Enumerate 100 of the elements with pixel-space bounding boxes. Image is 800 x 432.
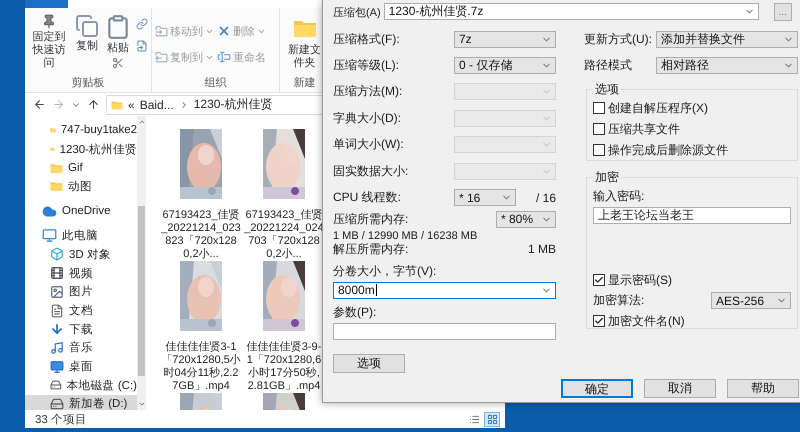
dropdown[interactable]: 7z (454, 30, 556, 48)
checkbox-option[interactable]: 显示密码(S) (593, 270, 791, 291)
group-title: 加密 (594, 168, 620, 186)
nav-item[interactable]: OneDrive (25, 202, 137, 220)
nav-item[interactable]: 音乐 (25, 338, 137, 358)
archive-field[interactable]: 1230-杭州佳贤.7z (384, 3, 759, 20)
checkbox-option[interactable]: 操作完成后删除源文件 (593, 140, 791, 161)
folder-icon (50, 180, 63, 192)
file-name[interactable]: 佳佳佳佳贤3-1「720x1280,5小时04分11秒,2.27GB」.mp4 (161, 341, 241, 393)
nav-item[interactable]: 动图 (25, 177, 137, 196)
field-label: 分卷大小，字节(V): (333, 262, 438, 280)
nav-item[interactable]: 图片 (25, 282, 137, 302)
volume-size-field[interactable]: 8000m (333, 282, 556, 299)
cube-icon (50, 247, 64, 262)
chevron-up-icon[interactable] (138, 118, 146, 126)
text-cursor-icon (217, 50, 231, 64)
checkbox[interactable] (593, 315, 605, 328)
folder-arrow-icon (155, 50, 168, 64)
thumbnail-view-button[interactable] (484, 412, 500, 426)
memory-usage: 1 MB / 12990 MB / 16238 MB (333, 230, 478, 242)
dropdown[interactable]: 添加并替换文件 (656, 30, 798, 48)
breadcrumb[interactable]: 1230-杭州佳贤 (194, 96, 272, 113)
field-label: 更新方式(U): (584, 30, 652, 48)
field-label: CPU 线程数: (333, 189, 402, 206)
dropdown[interactable]: 相对路径 (656, 57, 798, 74)
scissors-icon[interactable] (112, 57, 124, 69)
monitor-icon (42, 228, 57, 244)
group-title: 选项 (594, 80, 620, 98)
field-label: 参数(P): (333, 304, 378, 321)
path-overflow[interactable]: « (128, 98, 135, 112)
folder-arrow-icon (155, 24, 168, 38)
nav-item[interactable]: 下载 (25, 320, 137, 339)
field-label: 路径模式 (584, 57, 632, 74)
nav-item[interactable]: 文档 (25, 301, 137, 320)
dropdown[interactable]: AES-256 (711, 292, 791, 310)
nav-item[interactable]: 视频 (25, 264, 137, 282)
file-name[interactable]: 67193423_佳贤_20221214_023823「720x1280,2小... (161, 209, 241, 261)
checkbox[interactable] (593, 102, 605, 114)
checkbox[interactable] (593, 123, 605, 136)
folder-icon (50, 162, 63, 174)
group-label: 新建 (294, 76, 316, 90)
field-label: 压缩格式(F): (333, 30, 400, 48)
up-icon[interactable] (87, 98, 100, 111)
checkbox-option[interactable]: 压缩共享文件 (593, 118, 791, 140)
field-label: 单词大小(W): (333, 136, 404, 154)
group-label: 组织 (204, 76, 226, 90)
back-icon[interactable] (33, 98, 46, 111)
nav-item[interactable]: 3D 对象 (25, 245, 137, 264)
dialog-button[interactable]: 取消 (644, 378, 716, 398)
field-label: 压缩包(A) (333, 6, 381, 20)
copy-icon (75, 14, 99, 38)
checkbox-option[interactable]: 加密文件名(N) (593, 310, 791, 332)
password-field[interactable]: 上老王论坛当老王 (593, 206, 791, 224)
dialog-button[interactable]: 确定 (561, 378, 633, 398)
nav-item[interactable]: 本地磁盘 (C:) (25, 376, 137, 395)
chevron-down-icon[interactable] (138, 400, 146, 408)
memory-usage: 1 MB (528, 242, 556, 256)
nav-item[interactable]: 桌面 (25, 357, 137, 376)
ribbon-command[interactable]: 粘贴 (104, 12, 132, 72)
nav-item[interactable]: 新加卷 (D:) (25, 394, 137, 410)
dialog-button[interactable]: 帮助 (727, 378, 799, 398)
parameters-field[interactable] (333, 322, 556, 340)
field-label: 压缩所需内存: (333, 210, 410, 228)
file-name[interactable]: 67193423_佳贤_20221224_024703「720x1280,2小... (244, 209, 324, 261)
music-note-icon (50, 340, 64, 355)
dropdown[interactable]: * 80% (496, 210, 556, 228)
scrollbar[interactable] (137, 116, 146, 410)
item-count: 33 个项目 (35, 412, 87, 426)
nav-item[interactable]: 1230-杭州佳贤 (25, 140, 137, 158)
field-label: 固实数据大小: (333, 162, 408, 180)
link-icon[interactable] (136, 18, 148, 30)
checkbox-option[interactable]: 创建自解压程序(X) (593, 98, 791, 119)
field-label: 压缩等级(L): (333, 57, 399, 74)
checkbox[interactable] (593, 274, 605, 286)
field-label: 解压所需内存: (333, 240, 408, 258)
cloud-icon (42, 204, 57, 219)
nav-item[interactable]: Gif (25, 158, 137, 178)
document-icon (50, 304, 64, 318)
field-label: 加密算法: (593, 292, 644, 310)
film-icon (50, 266, 64, 280)
nav-item[interactable]: 此电脑 (25, 226, 137, 246)
drive-icon (50, 396, 64, 410)
close-icon (217, 24, 231, 38)
monitor-icon (50, 360, 64, 374)
ribbon-command[interactable]: 复制 (74, 12, 100, 72)
field-label: 输入密码: (593, 188, 646, 205)
ribbon-command[interactable]: 新建文件夹 (283, 12, 326, 72)
dropdown[interactable]: * 16 (454, 189, 516, 206)
thread-total: / 16 (536, 190, 556, 205)
breadcrumb[interactable]: Baid... (140, 98, 174, 112)
image-icon (50, 284, 64, 299)
shortcut-icon[interactable] (136, 40, 148, 52)
ribbon-command[interactable]: 固定到快速访问 (28, 12, 70, 72)
options-button[interactable]: 选项 (333, 354, 405, 373)
checkbox[interactable] (593, 144, 605, 156)
dropdown[interactable]: 0 - 仅存储 (454, 57, 556, 74)
nav-item[interactable]: 747-buy1take2 (25, 121, 137, 140)
drive-icon (50, 378, 62, 392)
file-name[interactable]: 佳佳佳佳贤3-9-1「720x1280,6小时17分50秒,2.81GB」.mp4 (244, 341, 324, 393)
group-label: 剪贴板 (72, 76, 104, 90)
